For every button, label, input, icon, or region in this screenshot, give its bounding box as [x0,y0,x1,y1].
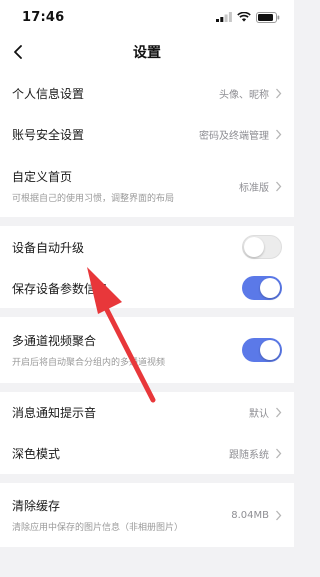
chevron-right-icon [276,510,282,520]
row-subtitle: 清除应用中保存的图片信息（非相册图片） [12,523,184,533]
row-left: 个人信息设置 [12,85,84,102]
row-title: 个人信息设置 [12,87,85,101]
settings-group-device: 设备自动升级 保存设备参数信息 [0,226,294,308]
row-right: 8.04MB [231,510,282,521]
row-personal-info[interactable]: 个人信息设置 头像、昵称 [0,73,294,114]
row-value: 头像、昵称 [219,90,269,101]
row-title: 账号安全设置 [12,128,85,142]
row-right: 头像、昵称 [219,86,282,101]
row-custom-homepage[interactable]: 自定义首页 可根据自己的使用习惯，调整界面的布局 标准版 [0,155,294,217]
settings-group-profile: 个人信息设置 头像、昵称 账号安全设置 密码及终端管理 自定义首页 可根据自己的… [0,73,294,217]
wifi-icon [237,12,251,22]
row-value: 跟随系统 [229,450,269,461]
row-title: 自定义首页 [12,170,73,184]
chevron-right-icon [276,129,282,140]
row-left: 账号安全设置 [12,126,84,143]
toggle-knob [260,340,280,360]
row-left: 自定义首页 可根据自己的使用习惯，调整界面的布局 [12,168,174,204]
back-button[interactable] [6,40,30,64]
signal-icon [216,12,232,22]
row-title: 消息通知提示音 [12,406,97,420]
row-left: 深色模式 [12,445,60,462]
battery-icon [256,11,280,23]
settings-group-video: 多通道视频聚合 开启后将自动聚合分组内的多通道视频 [0,317,294,383]
row-right: 密码及终端管理 [199,127,282,142]
row-right: 跟随系统 [229,446,282,461]
row-left: 多通道视频聚合 开启后将自动聚合分组内的多通道视频 [12,332,165,368]
row-left: 清除缓存 清除应用中保存的图片信息（非相册图片） [12,497,183,533]
row-subtitle: 开启后将自动聚合分组内的多通道视频 [12,358,166,368]
toggle-knob [244,237,264,257]
row-title: 深色模式 [12,447,61,461]
nav-bar: 设置 [0,34,294,70]
row-account-security[interactable]: 账号安全设置 密码及终端管理 [0,114,294,155]
row-title: 清除缓存 [12,499,61,513]
row-left: 设备自动升级 [12,239,84,256]
row-clear-cache[interactable]: 清除缓存 清除应用中保存的图片信息（非相册图片） 8.04MB [0,483,294,547]
row-left: 保存设备参数信息 [12,280,108,297]
row-value: 默认 [249,409,269,420]
chevron-right-icon [276,88,282,99]
row-right: 默认 [249,405,282,420]
row-left: 消息通知提示音 [12,404,96,421]
row-multichannel-video: 多通道视频聚合 开启后将自动聚合分组内的多通道视频 [0,317,294,383]
chevron-left-icon [14,45,22,59]
page-title: 设置 [133,45,161,61]
chevron-right-icon [276,181,282,191]
row-value: 密码及终端管理 [199,131,269,142]
row-title: 保存设备参数信息 [12,281,109,296]
auto-upgrade-toggle[interactable] [242,235,282,259]
row-value: 8.04MB [231,509,269,521]
status-time: 17:46 [22,9,65,25]
chevron-right-icon [276,407,282,418]
row-title: 设备自动升级 [12,240,85,255]
row-subtitle: 可根据自己的使用习惯，调整界面的布局 [12,194,175,204]
settings-group-display: 消息通知提示音 默认 深色模式 跟随系统 [0,392,294,474]
save-params-toggle[interactable] [242,276,282,300]
status-bar: 17:46 [0,0,294,34]
settings-group-cache: 清除缓存 清除应用中保存的图片信息（非相册图片） 8.04MB [0,483,294,547]
row-notification-sound[interactable]: 消息通知提示音 默认 [0,392,294,433]
row-right: 标准版 [239,179,282,194]
status-icons [216,11,280,23]
toggle-knob [260,278,280,298]
row-value: 标准版 [239,182,269,194]
row-save-device-params: 保存设备参数信息 [0,268,294,308]
row-dark-mode[interactable]: 深色模式 跟随系统 [0,433,294,474]
row-title: 多通道视频聚合 [12,334,97,348]
multichannel-toggle[interactable] [242,338,282,362]
chevron-right-icon [276,448,282,459]
row-device-auto-upgrade: 设备自动升级 [0,226,294,268]
